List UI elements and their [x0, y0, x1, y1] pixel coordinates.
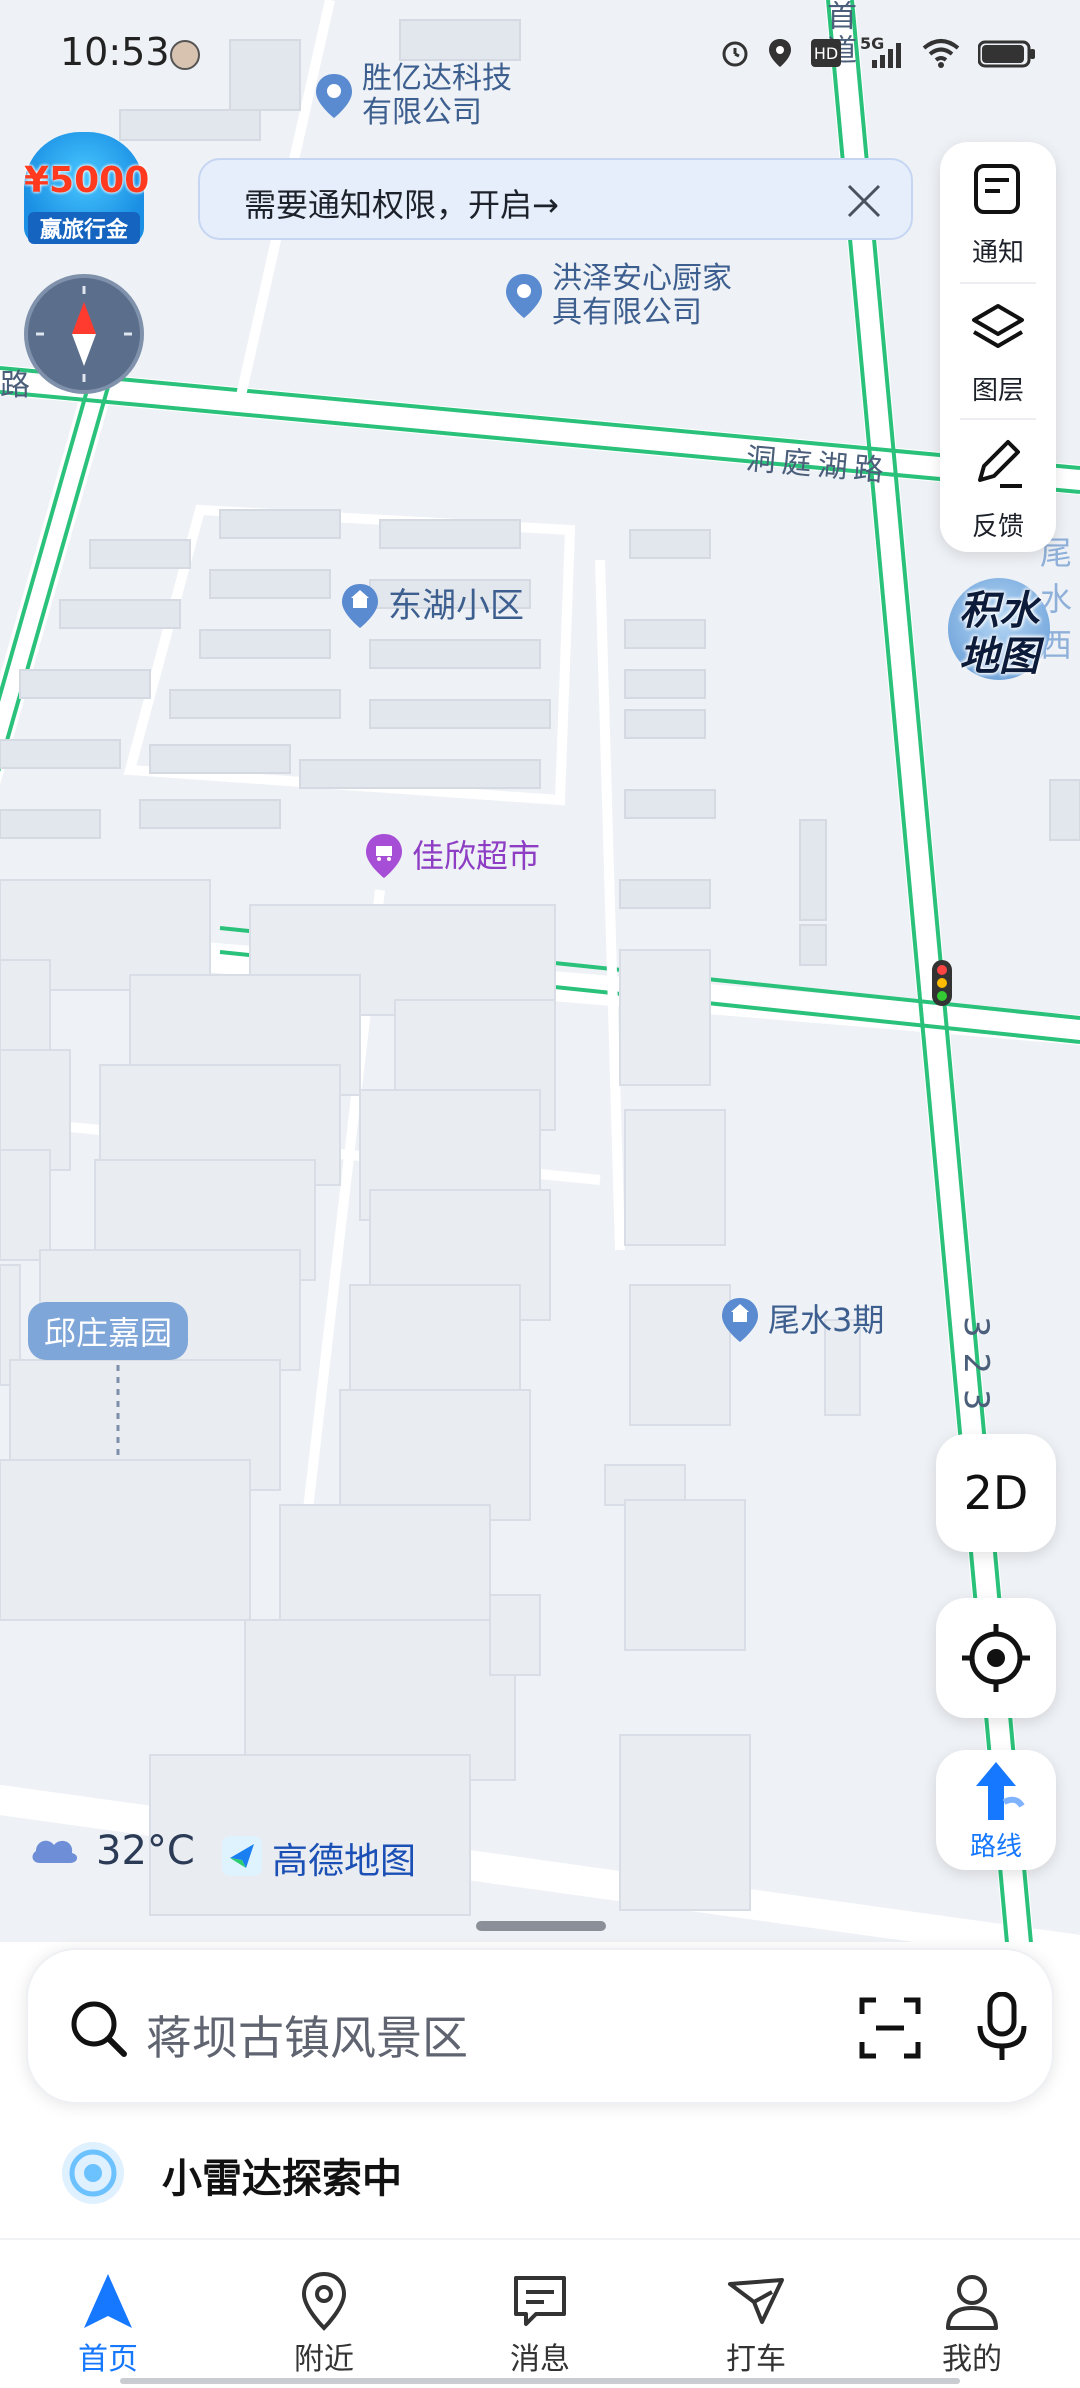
nearby-pin-icon — [294, 2270, 354, 2332]
tab-home[interactable]: 首页 — [0, 2240, 216, 2388]
poi-label: 东湖小区 — [388, 586, 524, 626]
tab-profile[interactable]: 我的 — [864, 2240, 1080, 2388]
location-icon — [768, 38, 792, 72]
feedback-icon — [970, 436, 1026, 492]
user-icon — [942, 2270, 1002, 2332]
amap-logo-icon — [220, 1834, 264, 1882]
feedback-label: 反馈 — [971, 512, 1024, 542]
alarm-icon — [720, 38, 750, 72]
notice-label: 通知 — [971, 238, 1024, 268]
tab-label: 我的 — [942, 2342, 1002, 2377]
notice-icon — [970, 162, 1026, 218]
map-tools-panel: 通知 图层 反馈 — [940, 142, 1056, 552]
feedback-button[interactable]: 反馈 — [940, 416, 1056, 552]
system-icons: HD 5G — [720, 34, 1036, 72]
svg-text:HD: HD — [814, 44, 838, 63]
notice-button[interactable]: 通知 — [940, 142, 1056, 278]
flood-map-label-line2: 地图 — [959, 634, 1039, 680]
battery-icon — [977, 38, 1036, 72]
traffic-light-icon — [932, 960, 952, 1006]
close-icon[interactable] — [843, 180, 885, 222]
search-icon — [66, 1996, 130, 2060]
layers-icon — [970, 300, 1026, 356]
tab-label: 首页 — [78, 2342, 138, 2377]
amap-logo: 高德地图 — [220, 1832, 416, 1884]
tab-label: 消息 — [510, 2342, 570, 2377]
status-bar: 10:53 HD 5G — [0, 0, 1080, 110]
system-home-indicator[interactable] — [120, 2378, 960, 2384]
view-mode-button[interactable]: 2D — [936, 1434, 1056, 1552]
sheet-drag-handle[interactable] — [476, 1921, 606, 1931]
poi-label: 佳欣超市 — [412, 837, 541, 875]
bottom-tab-bar: 首页 附近 消息 打车 我的 — [0, 2240, 1080, 2388]
shop-pin-icon — [364, 832, 404, 880]
poi-shop[interactable]: 佳欣超市 — [364, 832, 540, 880]
tab-nearby[interactable]: 附近 — [216, 2240, 432, 2388]
signal-5g-icon: 5G — [860, 34, 904, 70]
scan-icon[interactable] — [858, 1996, 922, 2060]
bonus-subtitle: 嬴旅行金 — [28, 212, 140, 244]
microphone-icon[interactable] — [972, 1991, 1032, 2062]
residence-pin-icon — [340, 582, 380, 630]
route-label: 路线 — [969, 1832, 1022, 1862]
home-nav-icon — [78, 2270, 138, 2332]
poi-label: 洪泽安心厨家 具有限公司 — [552, 261, 732, 330]
radar-icon — [60, 2140, 126, 2210]
notification-permission-banner[interactable]: 需要通知权限，开启→ — [198, 158, 913, 240]
wifi-icon — [922, 38, 960, 72]
route-button[interactable]: 路线 — [936, 1750, 1056, 1870]
bonus-amount: ¥5000 — [24, 160, 150, 201]
locate-icon — [962, 1624, 1030, 1692]
poi-residence[interactable]: 尾水3期 — [720, 1296, 884, 1344]
search-bar[interactable]: 蒋坝古镇风景区 — [26, 1948, 1054, 2104]
road-label-right: 3 2 3 — [956, 1316, 996, 1413]
route-arrow-icon — [976, 1762, 1025, 1820]
travel-bonus-badge[interactable]: ¥5000 嬴旅行金 — [24, 132, 150, 244]
location-pin-icon — [504, 272, 544, 320]
locate-me-button[interactable] — [936, 1598, 1056, 1718]
taxi-icon — [726, 2270, 786, 2332]
search-input[interactable]: 蒋坝古镇风景区 — [146, 2002, 468, 2068]
residence-pin-icon — [720, 1296, 760, 1344]
area-label-qiuzhuang[interactable]: 邱庄嘉园 — [28, 1302, 189, 1360]
tab-taxi[interactable]: 打车 — [648, 2240, 864, 2388]
layers-label: 图层 — [971, 376, 1024, 406]
radar-text: 小雷达探索中 — [162, 2156, 402, 2202]
layers-button[interactable]: 图层 — [940, 280, 1056, 416]
compass-button[interactable] — [24, 274, 144, 394]
tab-label: 打车 — [726, 2342, 786, 2377]
notice-text[interactable]: 需要通知权限，开启→ — [244, 180, 559, 226]
message-icon — [510, 2270, 570, 2332]
status-time: 10:53 — [60, 30, 170, 74]
tab-messages[interactable]: 消息 — [432, 2240, 648, 2388]
hd-icon: HD — [810, 38, 842, 72]
tab-label: 附近 — [294, 2342, 354, 2377]
amap-logo-text: 高德地图 — [272, 1841, 417, 1882]
radar-status[interactable]: 小雷达探索中 — [60, 2140, 402, 2210]
flood-map-button[interactable]: 积水 地图 — [944, 570, 1054, 688]
avatar — [170, 40, 200, 70]
compass-icon — [36, 286, 132, 382]
weather-widget[interactable]: 32°C — [28, 1828, 195, 1874]
temperature: 32°C — [96, 1828, 195, 1874]
cloud-icon — [28, 1831, 80, 1871]
poi-company[interactable]: 洪泽安心厨家 具有限公司 — [504, 262, 732, 330]
poi-residence[interactable]: 东湖小区 — [340, 582, 524, 630]
poi-label: 尾水3期 — [768, 1301, 885, 1339]
